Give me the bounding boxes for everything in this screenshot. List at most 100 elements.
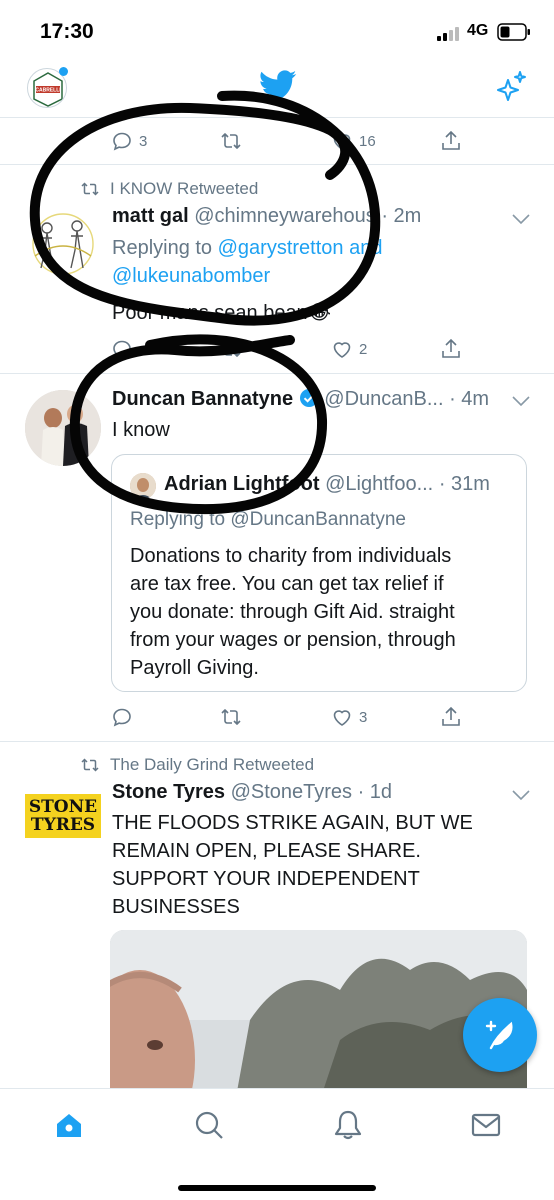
heart-icon [333,134,351,150]
like-count: 16 [359,132,376,150]
retweet-small-icon [81,758,99,772]
tweet-time: · 1d [357,781,393,803]
share-icon [442,706,460,726]
quote-text-line: you donate: through Gift Aid. straight [130,601,455,623]
like-button[interactable]: 3 [330,704,367,730]
face-avatar-icon [130,473,156,499]
photo-avatar-icon [25,390,101,466]
quote-time: · 31m [438,473,490,495]
tweet-text-line: BUSINESSES [112,896,240,918]
quote-author-name: Adrian Lightfoot [164,473,320,495]
retweeted-by: I KNOW Retweeted [110,179,259,198]
tweet-avatar[interactable]: STONE TYRES [25,794,101,838]
quote-text: Donations to charity from individuals ar… [130,542,520,682]
like-count: 2 [359,340,368,358]
status-time: 17:30 [40,20,94,43]
share-button[interactable] [439,704,463,730]
reply-button[interactable]: 3 [110,128,147,154]
reply-button[interactable] [110,704,134,730]
media-photo [110,930,527,1088]
logo-text-top: STONE [28,797,98,817]
share-icon [442,130,460,150]
search-icon[interactable] [193,1109,225,1141]
retweet-button[interactable] [219,704,243,730]
retweet-context[interactable]: The Daily Grind Retweeted [80,755,314,775]
reply-user-link[interactable]: @lukeunabomber [112,265,270,287]
profile-badge-text: CABRELLI [35,88,61,94]
replying-to: Replying to @garystretton and @lukeunabo… [112,234,512,290]
home-icon[interactable] [53,1109,85,1141]
retweeted-by: The Daily Grind Retweeted [110,755,315,774]
verified-badge-icon [299,389,318,407]
prev-tweet-actions: 3 16 [0,128,554,158]
chevron-down-icon[interactable] [510,788,532,802]
reply-and[interactable]: and [349,237,382,259]
mail-icon[interactable] [470,1109,502,1141]
compose-tweet-button[interactable] [463,998,537,1072]
heart-icon [333,710,351,726]
sparkle-icon[interactable] [495,70,527,104]
logo-text-bottom: TYRES [30,815,96,835]
author-name[interactable]: Stone Tyres [112,781,225,803]
retweet-icon [221,709,241,725]
tweet-time: · 4m [449,388,490,410]
tweet-actions: 2 [0,336,554,366]
quoted-tweet[interactable]: Adrian Lightfoot @Lightfoo... · 31m Repl… [111,454,527,692]
reply-icon [113,340,131,359]
sketch-avatar-icon [32,213,94,275]
share-button[interactable] [439,128,463,154]
notification-dot [59,67,68,76]
chevron-down-icon[interactable] [510,212,532,226]
bell-icon[interactable] [332,1109,364,1141]
bottom-tab-bar [0,1088,554,1200]
tweet-text: Poor mans sean bean😂 [112,302,332,324]
author-handle[interactable]: @chimneywarehous [194,205,376,227]
reply-icon [113,132,131,151]
tweet-actions: 3 [0,704,554,734]
like-button[interactable]: 16 [330,128,376,154]
tweet-time: · 2m [381,205,422,227]
tweet-avatar[interactable] [25,206,101,282]
retweet-context[interactable]: I KNOW Retweeted [80,179,258,199]
reply-button[interactable] [110,336,134,362]
retweet-button[interactable] [219,128,243,154]
heart-icon [333,342,351,358]
reply-count: 3 [139,132,148,150]
chevron-down-icon[interactable] [510,394,532,408]
stone-tyres-logo: STONE TYRES [25,794,101,834]
app-header: CABRELLI [0,62,554,118]
author-handle[interactable]: @DuncanB... [324,388,443,410]
signal-icon [437,27,459,41]
quote-text-line: Donations to charity from individuals [130,545,452,567]
twitter-bird-icon[interactable] [259,70,297,102]
quote-text-line: Payroll Giving. [130,657,259,679]
tweet-text-line: SUPPORT YOUR INDEPENDENT [112,868,420,890]
quote-text-line: from your wages or pension, through [130,629,456,651]
author-handle[interactable]: @StoneTyres [231,781,352,803]
retweet-icon [221,133,241,149]
quote-avatar [130,473,156,499]
retweet-icon [221,341,241,357]
retweet-button[interactable] [219,336,243,362]
author-name[interactable]: matt gal [112,205,189,227]
divider [0,373,554,374]
quote-text-line: are tax free. You can get tax relief if [130,573,444,595]
tweet-text: THE FLOODS STRIKE AGAIN, BUT WE REMAIN O… [112,809,512,921]
tweet-text-line: THE FLOODS STRIKE AGAIN, BUT WE [112,812,473,834]
tweet-avatar[interactable] [25,390,101,466]
divider [0,164,554,165]
timeline-feed[interactable]: 3 16 I KNOW Retweeted matt gal @chimneyw… [0,118,554,1088]
battery-icon [497,23,530,41]
quote-replying-to: Replying to @DuncanBannatyne [130,509,406,530]
share-button[interactable] [439,336,463,362]
tweet-media[interactable] [110,930,527,1088]
reply-user-link[interactable]: @garystretton [218,237,344,259]
tweet-text: I know [112,419,170,441]
author-name[interactable]: Duncan Bannatyne [112,388,293,410]
tweet-header: matt gal @chimneywarehous · 2m [112,205,421,228]
feather-plus-icon [485,1020,513,1050]
network-label: 4G [467,22,489,39]
like-button[interactable]: 2 [330,336,367,362]
status-bar: 17:30 4G [0,0,554,62]
replying-prefix: Replying to [112,237,213,259]
